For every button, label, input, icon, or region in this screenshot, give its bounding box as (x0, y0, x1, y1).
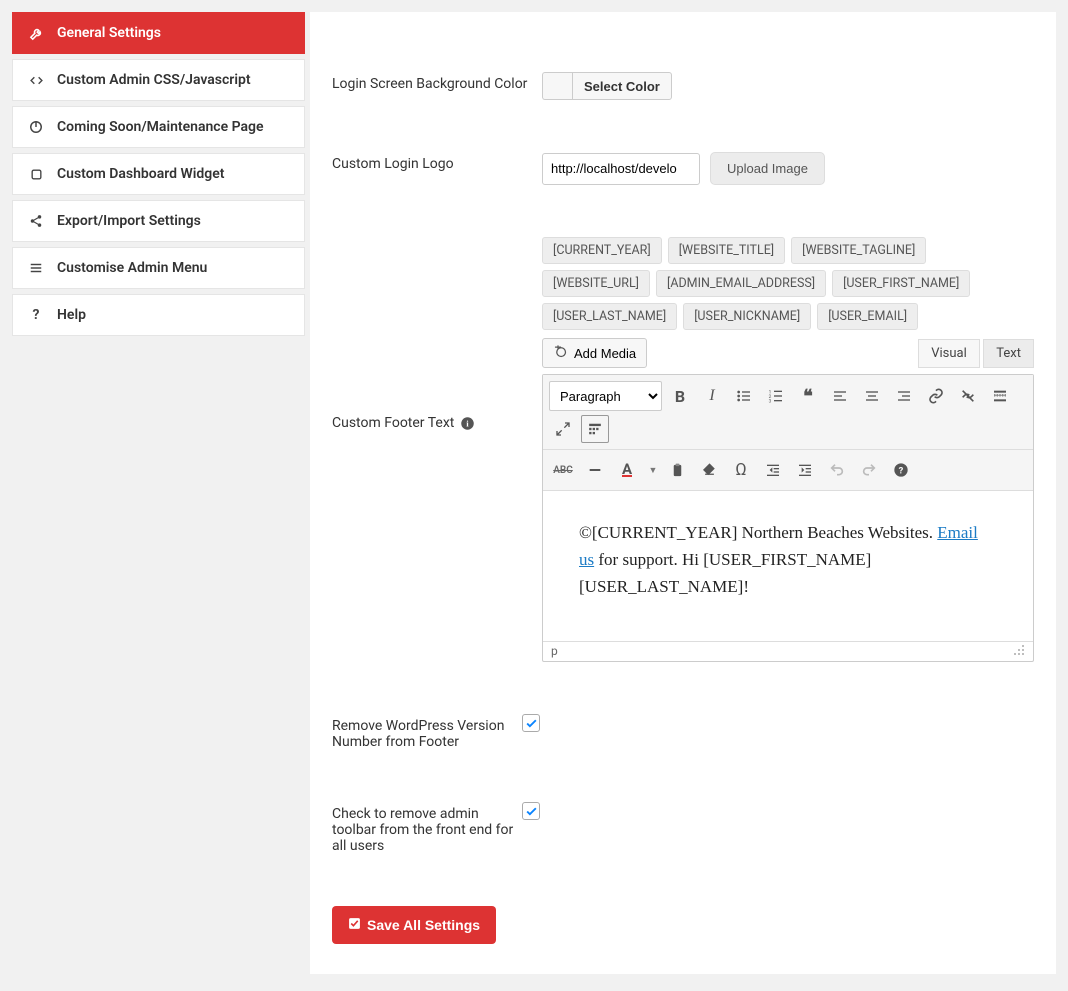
token[interactable]: [USER_NICKNAME] (683, 303, 811, 330)
settings-sidebar: General Settings Custom Admin CSS/Javasc… (12, 12, 305, 341)
token[interactable]: [WEBSITE_TITLE] (668, 237, 785, 264)
sidebar-item-dashboard-widget[interactable]: Custom Dashboard Widget (12, 153, 305, 195)
remove-version-checkbox[interactable] (522, 714, 540, 732)
token[interactable]: [USER_FIRST_NAME] (832, 270, 970, 297)
logo-url-input[interactable] (542, 153, 700, 185)
field-label: Login Screen Background Color (332, 72, 542, 92)
sidebar-item-general-settings[interactable]: General Settings (12, 12, 305, 54)
paste-text-icon[interactable] (663, 456, 691, 484)
blockquote-icon[interactable]: ❝ (794, 382, 822, 410)
editor-toolbar-row-2: ABC A ▼ Ω ? (543, 450, 1033, 491)
field-label: Custom Login Logo (332, 152, 542, 172)
sidebar-item-label: Custom Dashboard Widget (57, 166, 225, 182)
sidebar-item-label: Help (57, 307, 86, 323)
token[interactable]: [WEBSITE_TAGLINE] (791, 237, 926, 264)
rich-text-editor: Paragraph B I 123 ❝ A B (542, 374, 1034, 662)
field-remove-toolbar: Check to remove admin toolbar from the f… (332, 802, 1034, 854)
fullscreen-icon[interactable] (549, 415, 577, 443)
toolbar-toggle-icon[interactable] (581, 415, 609, 443)
field-remove-version: Remove WordPress Version Number from Foo… (332, 714, 1034, 750)
remove-toolbar-checkbox[interactable] (522, 802, 540, 820)
field-footer-text: Custom Footer Text i [CURRENT_YEAR] [WEB… (332, 237, 1034, 662)
token[interactable]: [WEBSITE_URL] (542, 270, 650, 297)
settings-panel: Login Screen Background Color Select Col… (310, 12, 1056, 974)
sidebar-item-help[interactable]: ? Help (12, 294, 305, 336)
numbered-list-icon[interactable]: 123 (762, 382, 790, 410)
svg-text:3: 3 (769, 399, 772, 404)
menu-icon (27, 261, 45, 275)
power-icon (27, 120, 45, 134)
read-more-icon[interactable] (986, 382, 1014, 410)
svg-text:?: ? (899, 465, 904, 476)
share-icon (27, 214, 45, 228)
code-icon (27, 74, 45, 87)
redo-icon[interactable] (855, 456, 883, 484)
align-left-icon[interactable] (826, 382, 854, 410)
token[interactable]: [CURRENT_YEAR] (542, 237, 662, 264)
sidebar-item-label: Coming Soon/Maintenance Page (57, 119, 264, 135)
token[interactable]: [ADMIN_EMAIL_ADDRESS] (656, 270, 826, 297)
horizontal-rule-icon[interactable] (581, 456, 609, 484)
align-right-icon[interactable] (890, 382, 918, 410)
editor-path: p (551, 644, 558, 659)
field-login-logo: Custom Login Logo Upload Image (332, 152, 1034, 185)
editor-toolbar-row-1: Paragraph B I 123 ❝ (543, 375, 1033, 450)
editor-text: ©[CURRENT_YEAR] Northern Beaches Website… (579, 523, 937, 542)
select-color-button[interactable]: Select Color (572, 72, 672, 100)
color-swatch[interactable] (542, 72, 572, 100)
unlink-icon[interactable] (954, 382, 982, 410)
token[interactable]: [USER_LAST_NAME] (542, 303, 677, 330)
sidebar-item-custom-css-js[interactable]: Custom Admin CSS/Javascript (12, 59, 305, 101)
field-bg-color: Login Screen Background Color Select Col… (332, 72, 1034, 100)
media-icon (553, 344, 568, 362)
save-button-label: Save All Settings (367, 917, 480, 933)
field-label: Custom Footer Text (332, 415, 454, 431)
help-icon[interactable]: ? (887, 456, 915, 484)
outdent-icon[interactable] (759, 456, 787, 484)
square-icon (27, 168, 45, 181)
wrench-icon (27, 26, 45, 41)
italic-icon[interactable]: I (698, 382, 726, 410)
upload-image-button[interactable]: Upload Image (710, 152, 825, 185)
editor-content-area[interactable]: ©[CURRENT_YEAR] Northern Beaches Website… (543, 491, 1033, 641)
undo-icon[interactable] (823, 456, 851, 484)
editor-status-bar: p (543, 641, 1033, 661)
tab-text[interactable]: Text (983, 339, 1034, 368)
bullet-list-icon[interactable] (730, 382, 758, 410)
check-icon (348, 917, 361, 933)
bold-icon[interactable]: B (666, 382, 694, 410)
text-color-icon[interactable]: A (613, 456, 641, 484)
editor-text: for support. Hi [USER_FIRST_NAME] [USER_… (579, 550, 871, 596)
sidebar-item-customise-menu[interactable]: Customise Admin Menu (12, 247, 305, 289)
text-color-dropdown-icon[interactable]: ▼ (645, 456, 659, 484)
token[interactable]: [USER_EMAIL] (817, 303, 918, 330)
save-all-settings-button[interactable]: Save All Settings (332, 906, 496, 944)
special-char-icon[interactable]: Ω (727, 456, 755, 484)
sidebar-item-label: Customise Admin Menu (57, 260, 207, 276)
field-label: Remove WordPress Version Number from Foo… (332, 714, 522, 750)
sidebar-item-label: Custom Admin CSS/Javascript (57, 72, 251, 88)
indent-icon[interactable] (791, 456, 819, 484)
sidebar-item-label: General Settings (57, 25, 161, 41)
resize-handle-icon[interactable] (1013, 644, 1025, 659)
add-media-label: Add Media (574, 346, 636, 361)
question-icon: ? (27, 307, 45, 323)
shortcode-tokens: [CURRENT_YEAR] [WEBSITE_TITLE] [WEBSITE_… (542, 237, 1034, 330)
sidebar-item-label: Export/Import Settings (57, 213, 201, 229)
editor-mode-tabs: Visual Text (918, 345, 1034, 361)
clear-formatting-icon[interactable] (695, 456, 723, 484)
sidebar-item-export-import[interactable]: Export/Import Settings (12, 200, 305, 242)
tab-visual[interactable]: Visual (918, 339, 980, 368)
add-media-button[interactable]: Add Media (542, 338, 647, 368)
field-label: Check to remove admin toolbar from the f… (332, 802, 522, 854)
align-center-icon[interactable] (858, 382, 886, 410)
format-select[interactable]: Paragraph (549, 381, 662, 411)
link-icon[interactable] (922, 382, 950, 410)
strikethrough-icon[interactable]: ABC (549, 456, 577, 484)
sidebar-item-coming-soon[interactable]: Coming Soon/Maintenance Page (12, 106, 305, 148)
info-icon[interactable]: i (460, 416, 475, 431)
